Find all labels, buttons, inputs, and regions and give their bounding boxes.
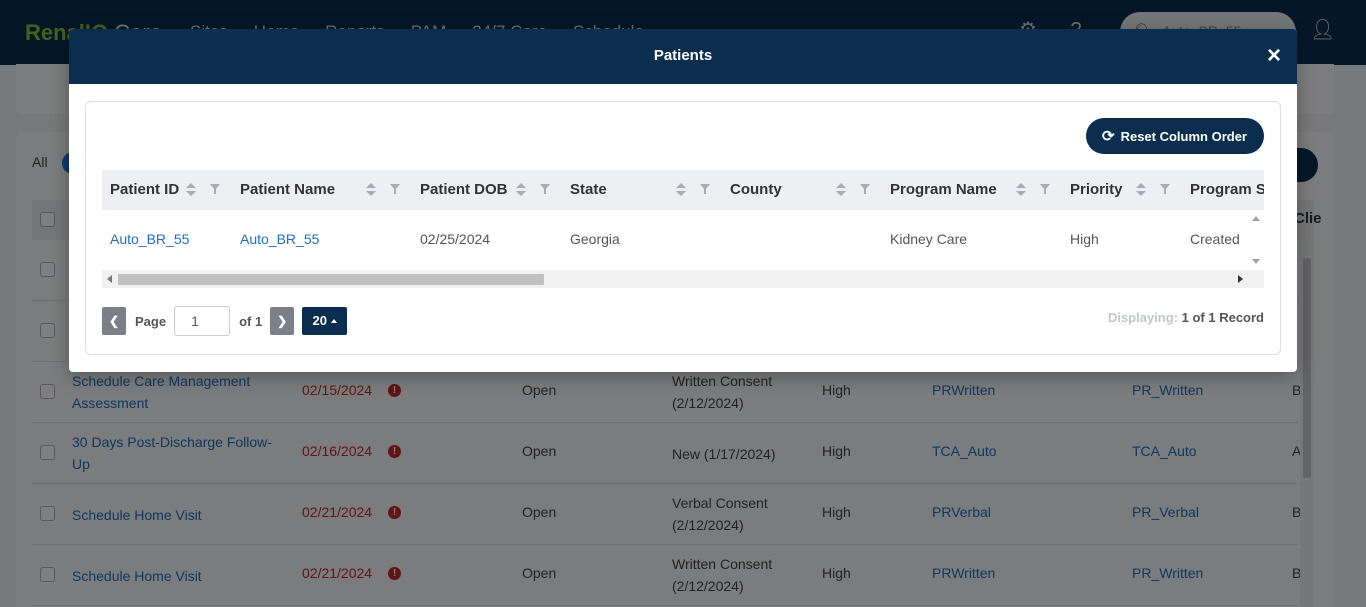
reset-column-order-label: Reset Column Order — [1120, 128, 1247, 144]
scroll-left-icon[interactable] — [107, 275, 112, 283]
column-header-state[interactable]: State — [562, 170, 722, 210]
page-size-value: 20 — [312, 313, 327, 328]
displaying-value: 1 of 1 Record — [1181, 310, 1264, 325]
filter-icon[interactable] — [700, 184, 710, 194]
column-label: Patient Name — [240, 181, 336, 198]
sort-icon[interactable] — [1016, 183, 1026, 197]
reset-column-order-button[interactable]: ⟳ Reset Column Order — [1086, 118, 1264, 154]
sort-icon[interactable] — [186, 183, 196, 197]
column-header-program-status[interactable]: Program S — [1182, 170, 1264, 210]
filter-icon[interactable] — [1160, 184, 1170, 194]
sort-icon[interactable] — [1136, 183, 1146, 197]
column-header-patient-dob[interactable]: Patient DOB — [412, 170, 562, 210]
patient-dob-cell: 02/25/2024 — [420, 231, 491, 247]
horizontal-scroll-thumb[interactable] — [118, 274, 544, 285]
sort-icon[interactable] — [676, 183, 686, 197]
filter-icon[interactable] — [1040, 184, 1050, 194]
column-header-priority[interactable]: Priority — [1062, 170, 1182, 210]
patients-grid: Patient ID Patient Name Patient DOB Stat… — [102, 170, 1264, 288]
page-size-dropdown[interactable]: 20 — [302, 307, 348, 335]
program-name-cell: Kidney Care — [890, 231, 968, 247]
sort-icon[interactable] — [516, 183, 526, 197]
caret-up-icon — [330, 319, 337, 323]
filter-icon[interactable] — [860, 184, 870, 194]
close-icon[interactable]: × — [1263, 43, 1285, 69]
program-status-cell: Created — [1190, 231, 1240, 247]
grid-vertical-scrollbar[interactable] — [1248, 210, 1264, 270]
filter-icon[interactable] — [540, 184, 550, 194]
page-number-input[interactable] — [174, 306, 231, 336]
column-label: State — [570, 181, 607, 198]
displaying-label: Displaying: — [1107, 310, 1179, 325]
column-label: Program S — [1190, 181, 1264, 198]
column-label: Program Name — [890, 181, 997, 198]
table-row[interactable]: Auto_BR_55 Auto_BR_55 02/25/2024 Georgia… — [102, 210, 1248, 270]
column-header-patient-id[interactable]: Patient ID — [102, 170, 232, 210]
record-count: Displaying: 1 of 1 Record — [1108, 310, 1264, 325]
modal-title: Patients — [653, 47, 713, 64]
column-label: Priority — [1070, 181, 1123, 198]
patient-name-link[interactable]: Auto_BR_55 — [240, 231, 319, 247]
next-page-button[interactable]: ❯ — [270, 307, 295, 335]
state-cell: Georgia — [570, 231, 620, 247]
grid-horizontal-scrollbar[interactable] — [102, 270, 1264, 288]
previous-page-button[interactable]: ❮ — [102, 307, 126, 335]
priority-cell: High — [1070, 231, 1099, 247]
patients-grid-card: ⟳ Reset Column Order Patient ID Patient … — [85, 101, 1281, 355]
filter-icon[interactable] — [390, 184, 400, 194]
pagination-bar: ❮ Page of 1 ❯ 20 — [102, 306, 348, 336]
column-header-program-name[interactable]: Program Name — [882, 170, 1062, 210]
modal-header: Patients × — [69, 29, 1297, 84]
scroll-up-icon[interactable] — [1252, 216, 1260, 221]
sort-icon[interactable] — [836, 183, 846, 197]
column-label: Patient DOB — [420, 181, 508, 198]
column-header-county[interactable]: County — [722, 170, 882, 210]
sort-icon[interactable] — [366, 183, 376, 197]
grid-header: Patient ID Patient Name Patient DOB Stat… — [102, 170, 1264, 210]
scroll-right-icon[interactable] — [1238, 275, 1243, 283]
column-label: Patient ID — [110, 181, 180, 198]
column-header-patient-name[interactable]: Patient Name — [232, 170, 412, 210]
page-label: Page — [135, 313, 167, 329]
scroll-down-icon[interactable] — [1252, 259, 1260, 264]
patient-id-link[interactable]: Auto_BR_55 — [110, 231, 189, 247]
refresh-icon: ⟳ — [1102, 128, 1115, 145]
page-count-label: of 1 — [239, 313, 263, 329]
patients-modal: Patients × ⟳ Reset Column Order Patient … — [69, 29, 1297, 372]
column-label: County — [730, 181, 782, 198]
filter-icon[interactable] — [210, 184, 220, 194]
